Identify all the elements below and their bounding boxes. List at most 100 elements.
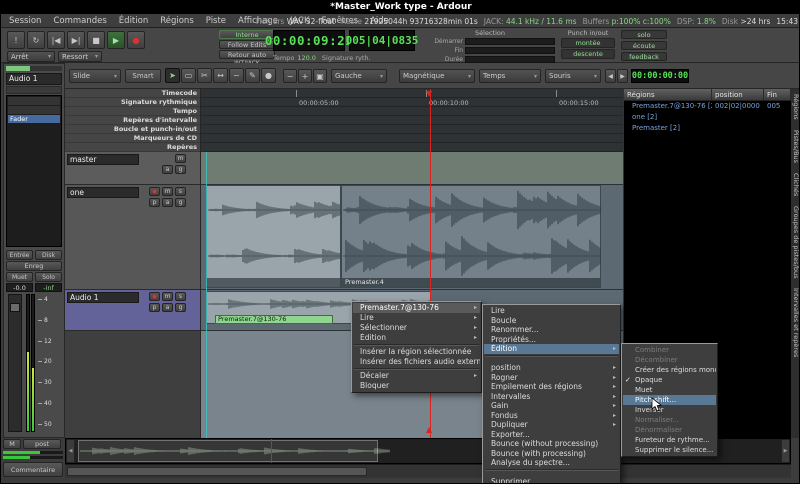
track-button[interactable]: s	[175, 292, 186, 301]
ruler-label[interactable]: Repères	[65, 143, 200, 152]
tempo-value[interactable]: 120.0	[297, 54, 316, 62]
monitor-button[interactable]: écoute	[621, 41, 667, 50]
menu-option[interactable]: Insérer la région sélectionnée	[353, 347, 480, 357]
loop-button[interactable]: ↻	[27, 31, 45, 49]
ruler-label[interactable]: Marqueurs de CD	[65, 134, 200, 143]
monitor-input-button[interactable]: Entrée	[6, 250, 33, 260]
playhead-bottom-marker[interactable]: ▲	[426, 426, 432, 434]
mixer-input-slot[interactable]	[6, 86, 62, 94]
ruler-label[interactable]: Signature rythmique	[65, 98, 200, 107]
menu-option[interactable]: Intervalles▸	[484, 392, 619, 402]
record-enable-icon[interactable]: ●	[149, 187, 160, 196]
menu-option[interactable]: Gain▸	[484, 401, 619, 411]
menu-option[interactable]: ✓Opaque	[623, 375, 716, 385]
menu-option[interactable]	[484, 354, 619, 364]
track-button[interactable]: a	[162, 303, 173, 312]
menu-option[interactable]: Propriétés...	[484, 335, 619, 345]
stop-behavior-dropdown[interactable]: Arrêt▾	[7, 51, 55, 62]
region-list-row[interactable]: Premaster.7@130-76 [2]002|02|0000005	[624, 101, 791, 112]
tool-listen-button[interactable]: ●	[261, 68, 276, 83]
menu-option[interactable]: Dénormaliser	[623, 425, 716, 435]
playhead-top-marker[interactable]: ▼	[426, 90, 432, 98]
menu-option[interactable]: Lire	[484, 306, 619, 316]
smart-mode-button[interactable]: Smart	[125, 69, 161, 83]
play-button[interactable]: ▶	[107, 31, 125, 49]
nudge-clock[interactable]: 00:00:00:00	[631, 69, 689, 83]
track-lane-one[interactable]: Premaster.4	[201, 185, 623, 290]
horizontal-scrollbar[interactable]	[65, 464, 791, 478]
menu-option[interactable]: Premaster.7@130-76▸	[353, 303, 480, 313]
auto-return-button[interactable]: Retour auto	[219, 50, 275, 59]
menu-option[interactable]: Empilement des régions▸	[484, 382, 619, 392]
tool-cut-button[interactable]: ✂	[197, 68, 212, 83]
menu-option[interactable]: Créer des régions mono	[623, 365, 716, 375]
spring-behavior-dropdown[interactable]: Ressort▾	[58, 51, 102, 62]
go-to-end-button[interactable]: ▶|	[67, 31, 85, 49]
record-button[interactable]: ●	[127, 31, 145, 49]
gain-display[interactable]: -0.0	[6, 283, 33, 292]
track-button[interactable]: m	[175, 154, 186, 163]
track-button[interactable]: g	[175, 165, 186, 174]
menu-option[interactable]: Boucle	[484, 316, 619, 326]
track-header-audio1[interactable]: Audio 1 ● ms pag	[65, 290, 200, 331]
track-button[interactable]: m	[162, 292, 173, 301]
nudge-forward-button[interactable]: ▶	[617, 69, 628, 83]
menu-option[interactable]: Dupliquer▸	[484, 420, 619, 430]
ruler-label[interactable]: Timecode	[65, 89, 200, 98]
primary-clock[interactable]: 00:00:09:21	[273, 30, 345, 51]
track-lane-master[interactable]	[201, 152, 623, 185]
menu-item[interactable]: Édition	[113, 14, 154, 28]
menu-option[interactable]: Édition▸	[484, 344, 619, 354]
monitor-button[interactable]: solo	[621, 30, 667, 39]
side-tab[interactable]: Régions	[792, 94, 800, 120]
monitor-disk-button[interactable]: Disk	[35, 250, 62, 260]
menu-option[interactable]: Décombiner	[623, 355, 716, 365]
side-tab[interactable]: Pistes/Bus	[792, 130, 800, 163]
menu-option[interactable]: Fondus▸	[484, 411, 619, 421]
menu-option[interactable]: Renommer...	[484, 325, 619, 335]
region-list-row[interactable]: one [2]	[624, 112, 791, 123]
menu-option[interactable]: Normaliser...	[623, 415, 716, 425]
go-to-start-button[interactable]: |◀	[47, 31, 65, 49]
menu-item[interactable]: Régions	[154, 14, 200, 28]
menu-option[interactable]: Insérer des fichiers audio externes	[353, 357, 480, 367]
gain-fader[interactable]	[8, 294, 22, 432]
menu-option[interactable]: Bloquer	[353, 381, 480, 391]
side-tab[interactable]: Intervalles et repères	[792, 288, 800, 357]
zoom-out-button[interactable]: −	[283, 69, 297, 83]
summary-scroll-left[interactable]: ◀	[66, 439, 75, 463]
fader-processor[interactable]: Fader	[8, 115, 60, 123]
summary-view-rect[interactable]	[78, 440, 378, 462]
midi-panic-button[interactable]: !	[7, 31, 25, 49]
tool-draw-button[interactable]: ✎	[245, 68, 260, 83]
selection-clock[interactable]	[465, 38, 555, 45]
monitor-button[interactable]: feedback	[621, 52, 667, 61]
tool-range-button[interactable]: ▭	[181, 68, 196, 83]
title-bar[interactable]: *Master_Work type - Ardour	[1, 1, 800, 14]
ruler-label[interactable]: Boucle et punch-in/out	[65, 125, 200, 134]
fader-handle[interactable]	[10, 303, 20, 312]
menu-option[interactable]: Exporter...	[484, 430, 619, 440]
side-tab[interactable]: Clichés	[792, 173, 800, 196]
menu-option[interactable]: position▸	[484, 363, 619, 373]
processor-slot[interactable]	[8, 97, 60, 105]
regions-column-header[interactable]: Fin	[764, 89, 791, 100]
menu-option[interactable]: Bounce (without processing)	[484, 439, 619, 449]
side-tab[interactable]: Groupes de pistes/bus	[792, 206, 800, 279]
grid-unit-dropdown[interactable]: Temps▾	[479, 69, 541, 83]
peak-display[interactable]: -inf	[35, 283, 62, 292]
solo-button[interactable]: Solo	[35, 272, 62, 282]
track-button[interactable]: g	[175, 198, 186, 207]
ruler-label[interactable]: Tempo	[65, 107, 200, 116]
menu-item[interactable]: Piste	[200, 14, 232, 28]
menu-option[interactable]: Fureteur de rythme...	[623, 435, 716, 445]
mixer-track-name[interactable]: Audio 1	[6, 73, 62, 85]
track-header-one[interactable]: one ● ms pag	[65, 185, 200, 290]
output-button[interactable]: M	[3, 439, 21, 449]
menu-option[interactable]: Lire▸	[353, 313, 480, 323]
menu-option[interactable]: Analyse du spectre...	[484, 458, 619, 468]
tool-stretch-button[interactable]: ↔	[213, 68, 228, 83]
selection-clock[interactable]	[465, 56, 555, 63]
scrollbar-thumb[interactable]	[67, 467, 367, 476]
track-button[interactable]: p	[149, 303, 160, 312]
